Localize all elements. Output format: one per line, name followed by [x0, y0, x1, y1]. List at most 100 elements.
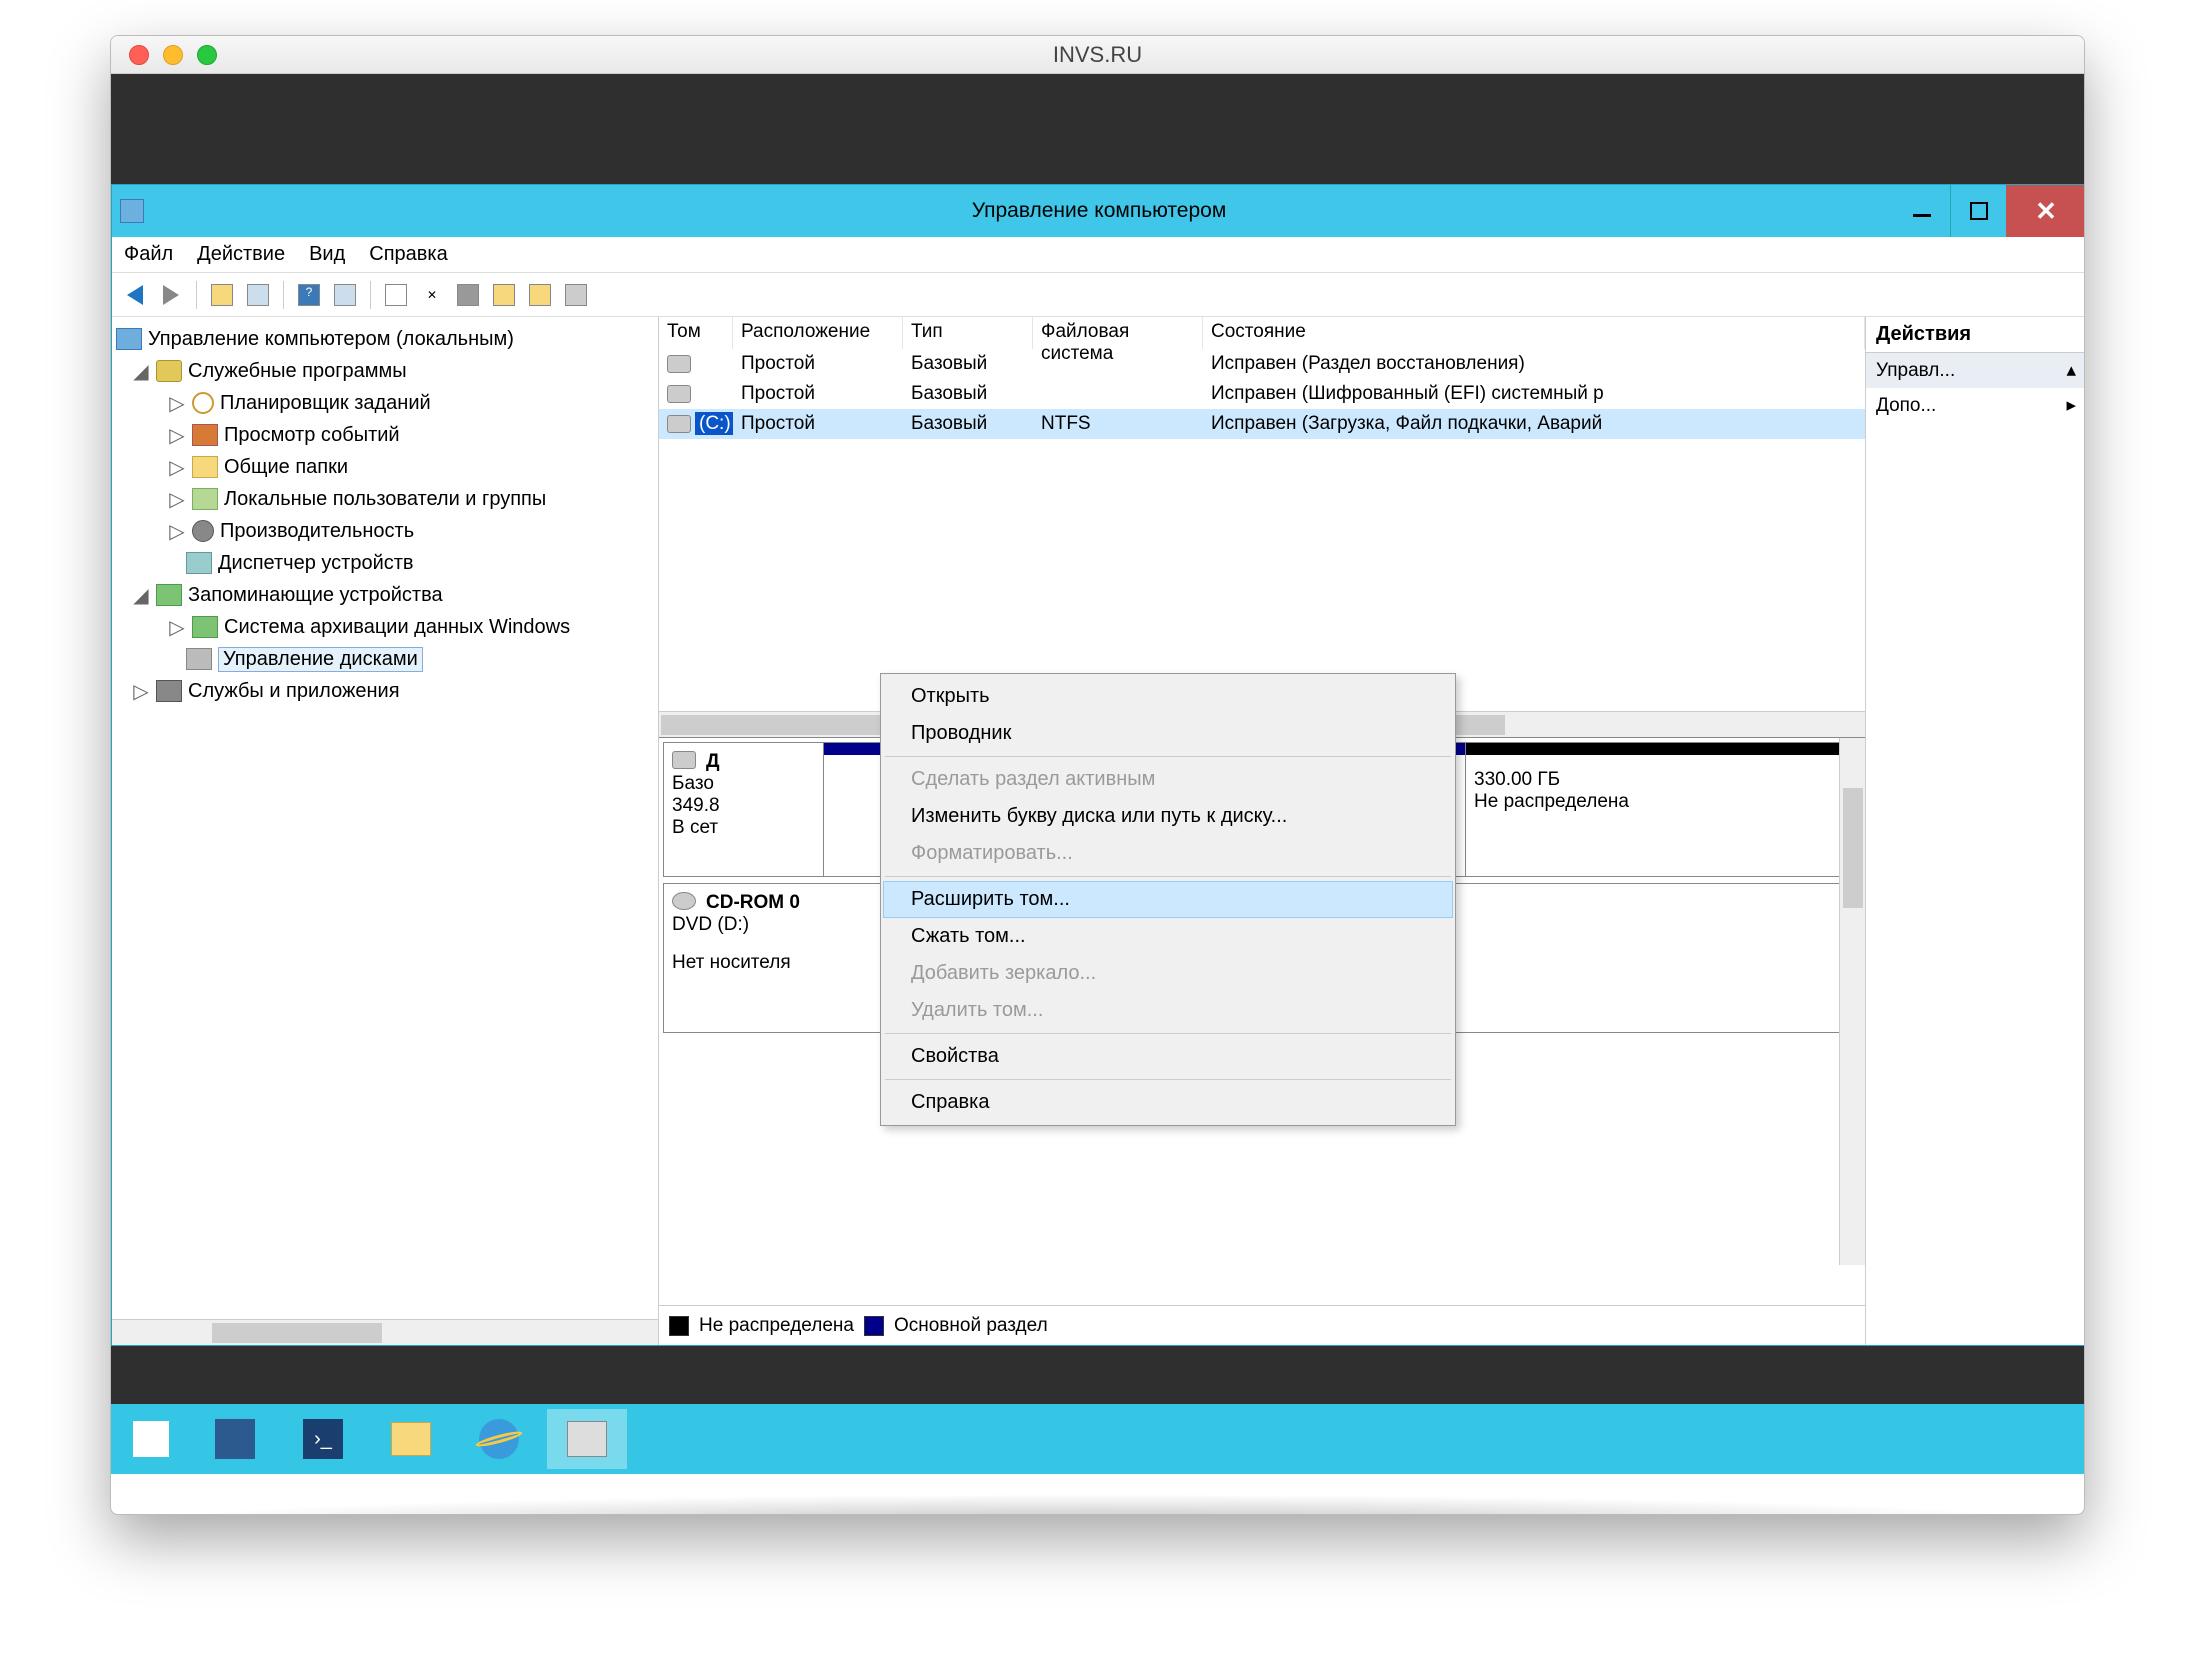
partition-unallocated[interactable]: 330.00 ГБ Не распределена	[1466, 743, 1860, 876]
expand-icon[interactable]: ▷	[168, 487, 186, 512]
mac-window: INVS.RU Управление компьютером ✕ Файл Де…	[110, 35, 2085, 1515]
tree-pane[interactable]: Управление компьютером (локальным) ◢ Слу…	[112, 317, 659, 1345]
collapse-icon[interactable]: ◢	[132, 583, 150, 608]
taskbar-server-manager[interactable]	[195, 1409, 275, 1469]
col-layout[interactable]: Расположение	[733, 317, 903, 349]
toolbar-icon[interactable]	[525, 280, 555, 310]
taskbar-ie[interactable]	[459, 1409, 539, 1469]
tree-root[interactable]: Управление компьютером (локальным)	[112, 323, 658, 355]
volume-row[interactable]: Простой Базовый Исправен (Шифрованный (E…	[659, 379, 1865, 409]
tree-storage[interactable]: ◢ Запоминающие устройства	[112, 579, 658, 611]
tree-disk-management[interactable]: Управление дисками	[112, 643, 658, 675]
scrollbar-thumb[interactable]	[212, 1323, 382, 1343]
tree-label: Управление дисками	[218, 647, 423, 672]
scrollbar-thumb[interactable]	[1843, 788, 1863, 908]
toolbar-icon[interactable]	[561, 280, 591, 310]
ctx-change-letter[interactable]: Изменить букву диска или путь к диску...	[883, 798, 1453, 835]
actions-item[interactable]: Допо...▸	[1866, 388, 2085, 423]
collapse-icon[interactable]: ◢	[132, 359, 150, 384]
volume-row[interactable]: Простой Базовый Исправен (Раздел восстан…	[659, 349, 1865, 379]
tree-item[interactable]: ▷Общие папки	[112, 451, 658, 483]
tree-item[interactable]: Диспетчер устройств	[112, 547, 658, 579]
expand-icon[interactable]: ▷	[168, 391, 186, 416]
legend: Не распределена Основной раздел	[659, 1305, 1865, 1345]
ctx-shrink-volume[interactable]: Сжать том...	[883, 918, 1453, 955]
help-icon[interactable]: ?	[294, 280, 324, 310]
expand-icon[interactable]: ▷	[168, 455, 186, 480]
expand-icon[interactable]: ▷	[168, 519, 186, 544]
tree-scrollbar[interactable]	[112, 1319, 658, 1345]
expand-icon[interactable]: ▷	[132, 679, 150, 704]
tree-label: Система архивации данных Windows	[224, 616, 570, 639]
volume-icon	[667, 355, 691, 373]
taskbar-computer-management[interactable]	[547, 1409, 627, 1469]
legend-swatch-primary	[864, 1316, 884, 1336]
disk-vscrollbar[interactable]	[1839, 738, 1865, 1265]
taskbar-powershell[interactable]: ›_	[283, 1409, 363, 1469]
volume-row-selected[interactable]: (C:) Простой Базовый NTFS Исправен (Загр…	[659, 409, 1865, 439]
ctx-extend-volume[interactable]: Расширить том...	[883, 881, 1453, 918]
windows-logo-icon	[133, 1421, 169, 1457]
tree-item[interactable]: ▷ Система архивации данных Windows	[112, 611, 658, 643]
tree-label: Запоминающие устройства	[188, 584, 443, 607]
volume-icon	[667, 415, 691, 433]
tree-item[interactable]: ▷Локальные пользователи и группы	[112, 483, 658, 515]
window-title: Управление компьютером	[112, 199, 2085, 223]
users-icon	[192, 488, 218, 510]
actions-item[interactable]: Управл...▴	[1866, 353, 2085, 388]
tree-system-tools[interactable]: ◢ Служебные программы	[112, 355, 658, 387]
col-volume[interactable]: Том	[659, 317, 733, 349]
tree-item[interactable]: ▷Производительность	[112, 515, 658, 547]
taskbar[interactable]: ›_	[111, 1404, 2084, 1474]
scheduler-icon	[192, 392, 214, 414]
volume-header: Том Расположение Тип Файловая система Со…	[659, 317, 1865, 349]
menu-file[interactable]: Файл	[124, 243, 173, 266]
mac-title: INVS.RU	[111, 42, 2084, 68]
minimize-button[interactable]	[1894, 185, 1950, 237]
ctx-help[interactable]: Справка	[883, 1084, 1453, 1121]
col-status[interactable]: Состояние	[1203, 317, 1865, 349]
ctx-open[interactable]: Открыть	[883, 678, 1453, 715]
wrench-icon	[156, 360, 182, 382]
forward-button[interactable]	[156, 280, 186, 310]
win-titlebar[interactable]: Управление компьютером ✕	[112, 185, 2085, 237]
partition-label: Не распределена	[1474, 791, 1851, 813]
toolbar-icon[interactable]	[489, 280, 519, 310]
toolbar-icon[interactable]	[453, 280, 483, 310]
taskbar-explorer[interactable]	[371, 1409, 451, 1469]
expand-icon[interactable]: ▷	[168, 423, 186, 448]
mac-titlebar[interactable]: INVS.RU	[111, 36, 2084, 74]
toolbar-icon[interactable]	[243, 280, 273, 310]
volume-icon	[667, 385, 691, 403]
toolbar-icon[interactable]	[330, 280, 360, 310]
performance-icon	[192, 520, 214, 542]
refresh-icon[interactable]	[381, 280, 411, 310]
menu-view[interactable]: Вид	[309, 243, 345, 266]
tree-item[interactable]: ▷Просмотр событий	[112, 419, 658, 451]
maximize-button[interactable]	[1950, 185, 2006, 237]
back-button[interactable]	[120, 280, 150, 310]
menu-help[interactable]: Справка	[369, 243, 447, 266]
tree-item[interactable]: ▷ Планировщик заданий	[112, 387, 658, 419]
partition-size: 330.00 ГБ	[1474, 769, 1851, 791]
ctx-properties[interactable]: Свойства	[883, 1038, 1453, 1075]
col-type[interactable]: Тип	[903, 317, 1033, 349]
close-button[interactable]: ✕	[2006, 185, 2085, 237]
disk-label[interactable]: Д Базо 349.8 В сет	[664, 743, 824, 876]
toolbar-icon[interactable]	[207, 280, 237, 310]
remote-desktop-area: Управление компьютером ✕ Файл Действие В…	[111, 74, 2084, 1474]
event-viewer-icon	[192, 424, 218, 446]
tree-label: Планировщик заданий	[220, 392, 431, 415]
computer-icon	[116, 328, 142, 350]
expand-icon[interactable]: ▷	[168, 615, 186, 640]
menu-action[interactable]: Действие	[197, 243, 285, 266]
delete-icon[interactable]: ✕	[417, 280, 447, 310]
legend-label: Основной раздел	[894, 1315, 1048, 1337]
device-manager-icon	[186, 552, 212, 574]
disk-icon	[186, 648, 212, 670]
col-filesystem[interactable]: Файловая система	[1033, 317, 1203, 349]
start-button[interactable]	[111, 1404, 191, 1474]
tree-services[interactable]: ▷Службы и приложения	[112, 675, 658, 707]
backup-icon	[192, 616, 218, 638]
ctx-explorer[interactable]: Проводник	[883, 715, 1453, 752]
